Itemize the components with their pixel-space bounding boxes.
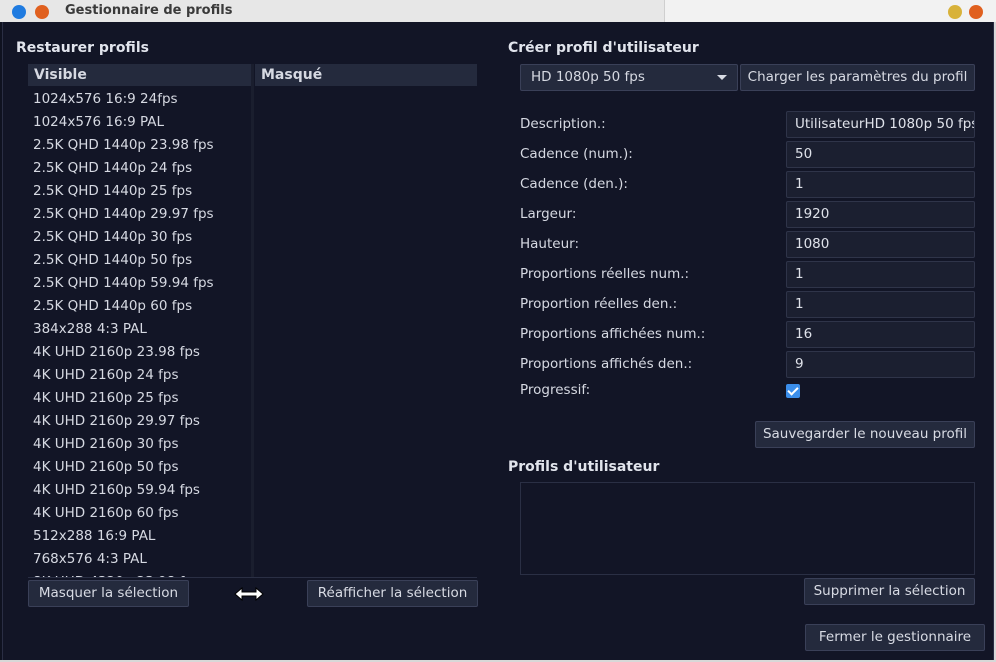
list-item[interactable]: 2.5K QHD 1440p 59.94 fps bbox=[28, 272, 251, 295]
list-item[interactable]: 4K UHD 2160p 24 fps bbox=[28, 364, 251, 387]
field-input[interactable]: 1 bbox=[786, 171, 975, 198]
window-title: Gestionnaire de profils bbox=[65, 3, 233, 18]
list-item[interactable]: 2.5K QHD 1440p 60 fps bbox=[28, 295, 251, 318]
restore-profiles-title: Restaurer profils bbox=[16, 40, 149, 56]
title-bar: Gestionnaire de profils bbox=[0, 0, 996, 22]
field-label: Proportions réelles num.: bbox=[520, 266, 690, 282]
list-item[interactable]: 768x576 4:3 PAL bbox=[28, 548, 251, 571]
delete-selection-button[interactable]: Supprimer la sélection bbox=[804, 578, 975, 605]
show-selection-button[interactable]: Réafficher la sélection bbox=[307, 580, 478, 607]
user-profiles-list[interactable] bbox=[520, 482, 975, 575]
field-input[interactable]: 9 bbox=[786, 351, 975, 378]
field-label: Hauteur: bbox=[520, 236, 579, 252]
field-input[interactable]: 16 bbox=[786, 321, 975, 348]
list-item[interactable]: 2.5K QHD 1440p 24 fps bbox=[28, 157, 251, 180]
list-item[interactable]: 2.5K QHD 1440p 29.97 fps bbox=[28, 203, 251, 226]
list-bottom-border bbox=[28, 577, 477, 578]
chevron-down-icon bbox=[717, 75, 727, 80]
list-item[interactable]: 4K UHD 2160p 50 fps bbox=[28, 456, 251, 479]
list-item[interactable]: 2.5K QHD 1440p 30 fps bbox=[28, 226, 251, 249]
close-manager-button[interactable]: Fermer le gestionnaire bbox=[805, 624, 985, 651]
hide-selection-button[interactable]: Masquer la sélection bbox=[28, 580, 189, 607]
field-label: Cadence (den.): bbox=[520, 176, 628, 192]
list-item[interactable]: 384x288 4:3 PAL bbox=[28, 318, 251, 341]
close-window-icon[interactable] bbox=[12, 5, 26, 19]
user-profiles-title: Profils d'utilisateur bbox=[508, 459, 660, 475]
background-window-minimize-icon[interactable] bbox=[948, 5, 962, 19]
progressive-checkbox[interactable] bbox=[786, 384, 800, 398]
field-input[interactable]: 50 bbox=[786, 141, 975, 168]
field-label: Proportion réelles den.: bbox=[520, 296, 678, 312]
list-item[interactable]: 4K UHD 2160p 29.97 fps bbox=[28, 410, 251, 433]
list-item[interactable]: 4K UHD 2160p 25 fps bbox=[28, 387, 251, 410]
save-new-profile-button[interactable]: Sauvegarder le nouveau profil bbox=[755, 421, 975, 448]
hidden-profiles-list[interactable]: Masqué bbox=[255, 64, 477, 578]
list-item[interactable]: 1024x576 16:9 24fps bbox=[28, 88, 251, 111]
list-item[interactable]: 1024x576 16:9 PAL bbox=[28, 111, 251, 134]
list-item[interactable]: 4K UHD 2160p 23.98 fps bbox=[28, 341, 251, 364]
field-label: Largeur: bbox=[520, 206, 577, 222]
field-input[interactable]: 1920 bbox=[786, 201, 975, 228]
list-divider bbox=[251, 64, 254, 578]
create-profile-title: Créer profil d'utilisateur bbox=[508, 40, 699, 56]
visible-profiles-list[interactable]: Visible 1024x576 16:9 24fps 1024x576 16:9… bbox=[28, 64, 251, 578]
background-window bbox=[664, 0, 996, 22]
field-input[interactable]: 1080 bbox=[786, 231, 975, 258]
list-item[interactable]: 4K UHD 2160p 59.94 fps bbox=[28, 479, 251, 502]
minimize-window-icon[interactable] bbox=[35, 5, 49, 19]
base-profile-select[interactable]: HD 1080p 50 fps bbox=[520, 64, 738, 91]
field-input[interactable]: 1 bbox=[786, 261, 975, 288]
visible-column-header[interactable]: Visible bbox=[28, 64, 251, 86]
list-item[interactable]: 2.5K QHD 1440p 23.98 fps bbox=[28, 134, 251, 157]
field-input[interactable]: UtilisateurHD 1080p 50 fps bbox=[786, 111, 975, 138]
list-item[interactable]: 4K UHD 2160p 60 fps bbox=[28, 502, 251, 525]
field-label: Cadence (num.): bbox=[520, 146, 633, 162]
hidden-column-header[interactable]: Masqué bbox=[255, 64, 477, 86]
progressive-label: Progressif: bbox=[520, 382, 591, 398]
list-item[interactable]: 4K UHD 2160p 30 fps bbox=[28, 433, 251, 456]
field-label: Proportions affichés den.: bbox=[520, 356, 693, 372]
field-input[interactable]: 1 bbox=[786, 291, 975, 318]
list-item[interactable]: 2.5K QHD 1440p 25 fps bbox=[28, 180, 251, 203]
list-item[interactable]: 512x288 16:9 PAL bbox=[28, 525, 251, 548]
field-label: Description.: bbox=[520, 116, 606, 132]
field-label: Proportions affichées num.: bbox=[520, 326, 706, 342]
list-item[interactable]: 2.5K QHD 1440p 50 fps bbox=[28, 249, 251, 272]
horizontal-double-arrow-icon bbox=[234, 586, 264, 602]
base-profile-selected: HD 1080p 50 fps bbox=[531, 69, 645, 85]
background-window-close-icon[interactable] bbox=[969, 5, 983, 19]
load-profile-params-button[interactable]: Charger les paramètres du profil bbox=[740, 64, 975, 91]
